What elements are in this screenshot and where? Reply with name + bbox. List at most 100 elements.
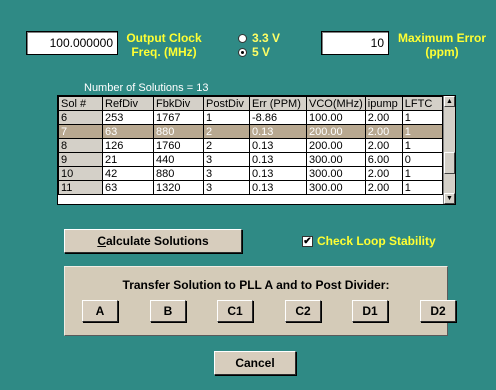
- table-cell: 440: [153, 152, 204, 167]
- output-clock-label: Output Clock Freq. (MHz): [123, 31, 205, 59]
- table-cell: 2: [203, 138, 250, 153]
- table-cell: 300.00: [306, 152, 366, 167]
- table-cell: 200.00: [306, 124, 366, 139]
- table-cell: 2.00: [364, 166, 403, 181]
- table-cell: 0.13: [249, 166, 307, 181]
- transfer-b-button[interactable]: B: [150, 300, 186, 322]
- column-header[interactable]: Err (PPM): [249, 96, 307, 111]
- table-cell: 2.00: [364, 110, 403, 125]
- radio-5v[interactable]: 5 V: [238, 45, 280, 59]
- table-cell: 880: [153, 124, 204, 139]
- solutions-table: Sol # RefDiv FbkDiv PostDiv Err (PPM) VCO(MHz…: [58, 96, 443, 195]
- output-clock-freq-input[interactable]: 100.000000: [26, 31, 118, 55]
- table-cell: 6: [58, 110, 103, 125]
- table-cell: 63: [102, 124, 154, 139]
- max-error-input[interactable]: 10: [321, 31, 389, 55]
- table-cell: 1320: [153, 180, 204, 195]
- transfer-title: Transfer Solution to PLL A and to Post D…: [122, 278, 390, 292]
- table-cell: 1: [401, 166, 443, 181]
- table-cell: 200.00: [306, 138, 366, 153]
- table-cell: 10: [58, 166, 103, 181]
- table-cell: 880: [153, 166, 204, 181]
- transfer-solution-group: Transfer Solution to PLL A and to Post D…: [64, 266, 456, 336]
- max-error-label: Maximum Error (ppm): [391, 31, 493, 59]
- table-cell: 0.13: [249, 180, 307, 195]
- check-icon[interactable]: ✔: [302, 235, 313, 247]
- transfer-d1-button[interactable]: D1: [352, 300, 388, 322]
- calculate-label-rest: alculate Solutions: [105, 234, 209, 248]
- calculate-solutions-button[interactable]: Calculate Solutions: [64, 229, 242, 253]
- output-clock-label-line1: Output Clock: [126, 31, 202, 45]
- table-cell: 63: [102, 180, 154, 195]
- column-header[interactable]: ipump: [364, 96, 403, 111]
- table-cell: 100.00: [306, 110, 366, 125]
- table-cell: 300.00: [306, 166, 366, 181]
- calculate-accel-letter: C: [97, 234, 106, 248]
- table-row[interactable]: 10 42 880 3 0.13 300.00 2.00 1: [58, 166, 443, 181]
- grid-header-row: Sol # RefDiv FbkDiv PostDiv Err (PPM) VCO(MHz…: [58, 96, 443, 111]
- table-cell: 21: [102, 152, 154, 167]
- radio-5v-indicator[interactable]: [238, 47, 247, 57]
- max-error-label-line2: (ppm): [425, 45, 459, 59]
- table-cell: 0.13: [249, 152, 307, 167]
- table-cell: 2: [203, 124, 250, 139]
- table-cell: 11: [58, 180, 103, 195]
- column-header[interactable]: FbkDiv: [153, 96, 204, 111]
- grid-vertical-scrollbar[interactable]: ▲ ▼: [443, 96, 455, 204]
- table-cell: 0.13: [249, 138, 307, 153]
- check-loop-stability-label: Check Loop Stability: [317, 234, 436, 248]
- table-row[interactable]: 9 21 440 3 0.13 300.00 6.00 0: [58, 152, 443, 167]
- table-cell: 0.13: [249, 124, 307, 139]
- table-cell: 3: [203, 180, 250, 195]
- table-cell: 1: [401, 110, 443, 125]
- table-cell: 6.00: [364, 152, 403, 167]
- cancel-button[interactable]: Cancel: [214, 351, 296, 375]
- table-row[interactable]: 6 253 1767 1 -8.86 100.00 2.00 1: [58, 110, 443, 125]
- column-header[interactable]: PostDiv: [203, 96, 250, 111]
- table-cell: 3: [203, 166, 250, 181]
- radio-3v3-indicator[interactable]: [238, 33, 247, 43]
- transfer-d2-button[interactable]: D2: [420, 300, 456, 322]
- scroll-down-icon[interactable]: ▼: [444, 193, 455, 204]
- scroll-thumb[interactable]: [444, 152, 455, 174]
- table-cell: 7: [58, 124, 103, 139]
- table-cell: 253: [102, 110, 154, 125]
- table-cell: 1767: [153, 110, 204, 125]
- radio-3v3[interactable]: 3.3 V: [238, 31, 280, 45]
- table-cell: 2.00: [364, 180, 403, 195]
- radio-3v3-label: 3.3 V: [252, 31, 281, 45]
- table-cell: 1: [401, 138, 443, 153]
- solutions-grid[interactable]: Sol # RefDiv FbkDiv PostDiv Err (PPM) VCO(MHz…: [57, 95, 456, 205]
- column-header[interactable]: LFTC: [401, 96, 443, 111]
- table-cell: 8: [58, 138, 103, 153]
- output-clock-label-line2: Freq. (MHz): [131, 45, 197, 59]
- column-header[interactable]: RefDiv: [102, 96, 154, 111]
- table-cell: 42: [102, 166, 154, 181]
- scroll-up-icon[interactable]: ▲: [444, 96, 455, 107]
- radio-5v-label: 5 V: [252, 45, 271, 59]
- table-cell: 300.00: [306, 180, 366, 195]
- table-cell: 2.00: [364, 138, 403, 153]
- table-row[interactable]: 7 63 880 2 0.13 200.00 2.00 1: [58, 124, 443, 139]
- column-header[interactable]: VCO(MHz): [306, 96, 366, 111]
- check-loop-stability[interactable]: ✔ Check Loop Stability: [302, 234, 436, 248]
- max-error-label-line1: Maximum Error: [397, 31, 487, 45]
- table-cell: 1: [203, 110, 250, 125]
- table-cell: -8.86: [249, 110, 307, 125]
- transfer-c2-button[interactable]: C2: [285, 300, 321, 322]
- table-cell: 1: [401, 180, 443, 195]
- column-header[interactable]: Sol #: [58, 96, 103, 111]
- table-cell: 1760: [153, 138, 204, 153]
- table-row[interactable]: 8 126 1760 2 0.13 200.00 2.00 1: [58, 138, 443, 153]
- table-cell: 2.00: [364, 124, 403, 139]
- table-cell: 0: [401, 152, 443, 167]
- transfer-a-button[interactable]: A: [82, 300, 118, 322]
- voltage-radio-group: 3.3 V 5 V: [238, 31, 280, 59]
- table-cell: 126: [102, 138, 154, 153]
- table-row[interactable]: 11 63 1320 3 0.13 300.00 2.00 1: [58, 180, 443, 195]
- transfer-c1-button[interactable]: C1: [217, 300, 253, 322]
- solutions-count: Number of Solutions = 13: [84, 82, 209, 94]
- table-cell: 1: [401, 124, 443, 139]
- table-cell: 9: [58, 152, 103, 167]
- table-cell: 3: [203, 152, 250, 167]
